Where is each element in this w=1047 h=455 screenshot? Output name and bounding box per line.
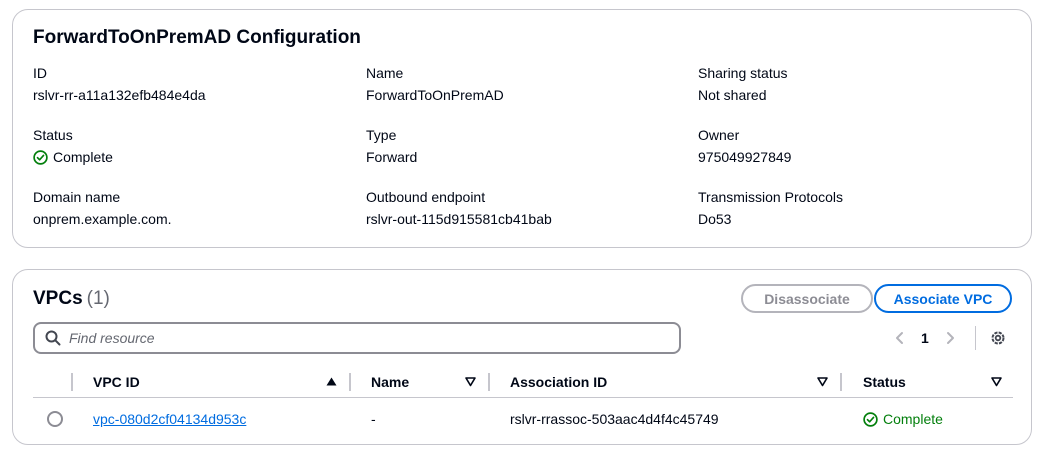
pagination: 1	[893, 326, 957, 350]
search-input[interactable]	[69, 330, 649, 346]
outbound-endpoint-field: Outbound endpoint rslvr-out-115d915581cb…	[366, 188, 666, 228]
vpcs-count: (1)	[86, 288, 110, 309]
sort-ascending-icon[interactable]	[326, 376, 337, 387]
column-divider	[488, 373, 490, 391]
status-cell: Complete	[863, 399, 943, 439]
type-value: Forward	[366, 149, 418, 165]
configuration-title: ForwardToOnPremAD Configuration	[33, 27, 361, 48]
vpcs-panel: VPCs(1) Disassociate Associate VPC 1 VPC…	[12, 269, 1032, 445]
sort-descending-icon[interactable]	[465, 376, 476, 387]
vpc-id-cell: vpc-080d2cf04134d953c	[93, 399, 246, 439]
column-header-name[interactable]: Name	[371, 366, 409, 398]
type-field: Type Forward	[366, 126, 666, 166]
type-label: Type	[366, 127, 397, 143]
column-divider	[349, 373, 351, 391]
vpcs-title: VPCs	[33, 288, 83, 309]
sort-descending-icon[interactable]	[991, 376, 1002, 387]
transmission-protocols-value: Do53	[698, 211, 732, 227]
chevron-left-icon[interactable]	[893, 330, 907, 346]
transmission-protocols-label: Transmission Protocols	[698, 189, 843, 205]
owner-label: Owner	[698, 127, 740, 143]
sharing-status-value: Not shared	[698, 87, 767, 103]
domain-name-value: onprem.example.com.	[33, 211, 172, 227]
search-icon	[45, 330, 61, 346]
chevron-right-icon[interactable]	[943, 330, 957, 346]
name-value: ForwardToOnPremAD	[366, 87, 504, 103]
sharing-status-field: Sharing status Not shared	[698, 64, 998, 104]
id-value: rslvr-rr-a11a132efb484e4da	[33, 87, 206, 103]
vpcs-table-header: VPC ID Name Association ID Status	[33, 366, 1013, 398]
vpcs-heading: VPCs (1)	[33, 288, 110, 310]
column-header-association-id[interactable]: Association ID	[510, 366, 607, 398]
sharing-status-label: Sharing status	[698, 65, 788, 81]
domain-name-field: Domain name onprem.example.com.	[33, 188, 333, 228]
table-row[interactable]: vpc-080d2cf04134d953c - rslvr-rrassoc-50…	[33, 399, 1013, 439]
name-cell: -	[371, 411, 376, 427]
owner-value: 975049927849	[698, 149, 792, 165]
current-page-number[interactable]: 1	[921, 330, 929, 346]
sort-descending-icon[interactable]	[817, 376, 828, 387]
id-field: ID rslvr-rr-a11a132efb484e4da	[33, 64, 333, 104]
column-divider	[840, 373, 842, 391]
association-id-cell: rslvr-rrassoc-503aac4d4f4c45749	[510, 411, 719, 427]
row-select-radio[interactable]	[47, 411, 63, 427]
column-header-status[interactable]: Status	[863, 366, 906, 398]
status-cell-text: Complete	[883, 411, 943, 427]
owner-field: Owner 975049927849	[698, 126, 998, 166]
vpc-id-link[interactable]: vpc-080d2cf04134d953c	[93, 411, 246, 427]
status-label: Status	[33, 127, 73, 143]
settings-gear-icon[interactable]	[989, 329, 1007, 347]
status-success-icon	[33, 149, 48, 165]
pagination-divider	[975, 326, 976, 350]
column-header-vpc-id[interactable]: VPC ID	[93, 366, 140, 398]
status-value: Complete	[33, 148, 333, 166]
find-resource-search[interactable]	[33, 322, 681, 354]
transmission-protocols-field: Transmission Protocols Do53	[698, 188, 998, 228]
configuration-panel: ForwardToOnPremAD Configuration ID rslvr…	[12, 9, 1032, 248]
name-label: Name	[366, 65, 404, 81]
outbound-endpoint-label: Outbound endpoint	[366, 189, 486, 205]
status-field: Status Complete	[33, 126, 333, 166]
name-field: Name ForwardToOnPremAD	[366, 64, 666, 104]
associate-vpc-button[interactable]: Associate VPC	[874, 284, 1012, 313]
disassociate-button[interactable]: Disassociate	[741, 284, 873, 313]
outbound-endpoint-value: rslvr-out-115d915581cb41bab	[366, 211, 552, 227]
id-label: ID	[33, 65, 47, 81]
domain-name-label: Domain name	[33, 189, 121, 205]
column-divider	[71, 373, 73, 391]
status-success-icon	[863, 411, 878, 427]
status-value-text: Complete	[53, 149, 113, 165]
